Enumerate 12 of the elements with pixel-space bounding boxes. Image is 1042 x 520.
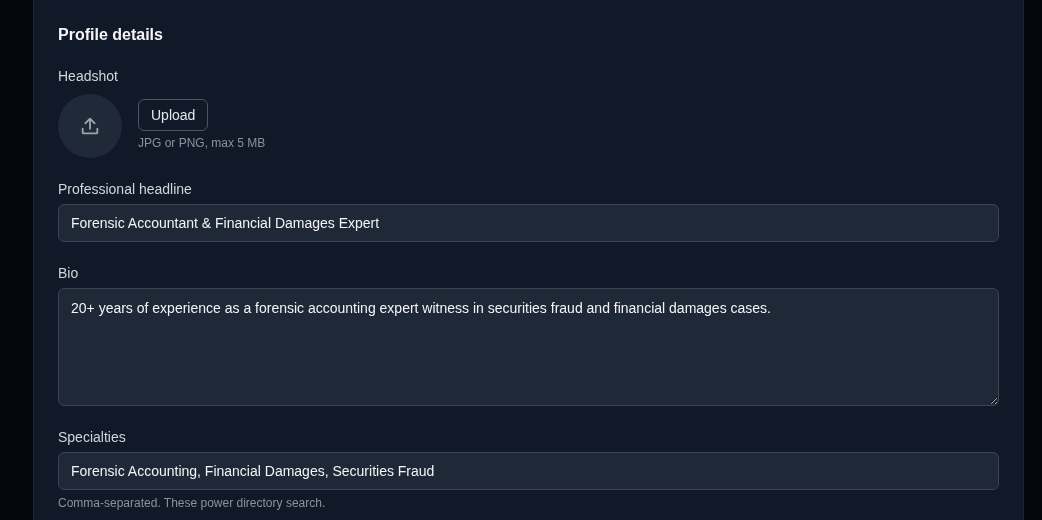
field-label: Professional headline xyxy=(58,180,193,198)
text-field[interactable]: Forensic Accounting, Financial Damages, Securities Fraud xyxy=(58,452,999,490)
upload-icon xyxy=(79,115,101,137)
field-label: Headshot xyxy=(58,67,119,85)
field-hint: Comma-separated. These power directory search. xyxy=(58,496,327,510)
text-field[interactable]: Forensic Accountant & Financial Damages Expert xyxy=(58,204,999,242)
upload-hint: JPG or PNG, max 5 MB xyxy=(138,136,266,150)
section-title: Profile details xyxy=(58,25,164,45)
upload-button[interactable]: Upload xyxy=(138,99,209,131)
text-area[interactable]: 20+ years of experience as a forensic accounting expert witness in securities fraud and financial damages cases. xyxy=(58,288,999,406)
field-label: Bio xyxy=(58,264,80,282)
field-label: Specialties xyxy=(58,428,127,446)
